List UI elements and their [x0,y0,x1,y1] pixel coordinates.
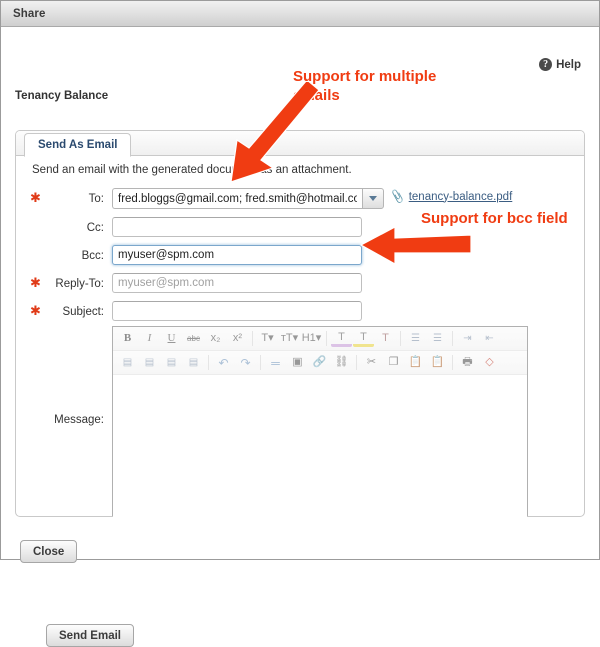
numbered-list-icon[interactable]: ☰ [427,329,448,349]
underline-icon[interactable]: U [161,329,182,349]
bullet-list-icon[interactable]: ☰ [405,329,426,349]
help-label: Help [556,58,581,71]
align-left-icon[interactable]: ▤ [117,353,138,373]
editor-toolbar-row-1: B I Uabc x₂ x² T▾ тT▾ H1▾ T T T ☰ ☰ ⇥ ⇤ [113,327,527,351]
to-input[interactable] [112,188,362,209]
intro-text: Send an email with the generated documen… [32,164,352,176]
attachment-filename: tenancy-balance.pdf [408,190,513,203]
tab-send-as-email[interactable]: Send As Email [24,133,132,157]
align-center-icon[interactable]: ▤ [139,353,160,373]
form-row-bcc: Bcc: [16,245,584,267]
form-row-to: ✱ To: 📎 tenancy-balance.pdf [16,188,584,210]
insert-image-icon[interactable]: ▣ [287,353,308,373]
toolbar-separator [326,331,327,346]
font-name-icon[interactable]: T▾ [257,329,278,349]
label-to: To: [88,193,104,205]
unlink-icon[interactable]: ⛓ [331,353,352,373]
to-dropdown-button[interactable] [362,188,384,209]
message-textarea[interactable] [113,375,527,518]
text-color-icon[interactable]: T [331,330,352,347]
print-icon[interactable]: 🖶 [457,353,478,373]
to-combobox [112,188,384,209]
question-circle-icon: ? [539,58,553,71]
label-message: Message: [54,414,104,426]
undo-icon[interactable]: ↶ [213,353,234,373]
toolbar-separator [452,355,453,370]
paste-icon[interactable]: 📋 [405,353,426,373]
panel-body: Send an email with the generated documen… [16,156,584,647]
heading-icon[interactable]: H1▾ [301,329,322,349]
annotation-multiple-emails: Support for multiple emails [293,68,437,104]
bold-icon[interactable]: B [117,329,138,349]
paste-text-icon[interactable]: 📋 [427,353,448,373]
italic-icon[interactable]: I [139,329,160,349]
highlight-color-icon[interactable]: T [353,330,374,347]
form-row-subject: ✱ Subject: [16,301,584,323]
toolbar-separator [356,355,357,370]
redo-icon[interactable]: ↷ [235,353,256,373]
outdent-icon[interactable]: ⇤ [479,329,500,349]
cc-input[interactable] [112,217,362,237]
font-size-icon[interactable]: тT▾ [279,329,300,349]
remove-format-icon[interactable]: T [375,329,396,349]
editor-toolbar-row-2: ▤ ▤ ▤ ▤ ↶ ↷ ═ ▣ 🔗 ⛓ ✂ ❐ 📋 📋 🖶 ◇ [113,351,527,375]
toolbar-separator [260,355,261,370]
label-cc: Cc: [86,222,104,234]
form-row-reply-to: ✱ Reply-To: [16,273,584,295]
attachment-link[interactable]: 📎 tenancy-balance.pdf [389,189,513,205]
toolbar-separator [252,331,253,346]
toolbar-separator [208,355,209,370]
toolbar-separator [452,331,453,346]
tab-label: Send As Email [38,139,118,151]
page-title: Tenancy Balance [15,90,109,102]
subscript-icon[interactable]: x₂ [205,329,226,349]
reply-to-input[interactable] [112,273,362,293]
superscript-icon[interactable]: x² [227,329,248,349]
share-dialog-window: Share ? Help Tenancy Balance Send As Ema… [0,0,600,647]
send-as-email-panel: Send As Email Send an email with the gen… [15,130,585,647]
chevron-down-icon [369,196,377,201]
align-justify-icon[interactable]: ▤ [183,353,204,373]
align-right-icon[interactable]: ▤ [161,353,182,373]
send-email-button[interactable]: Send Email [46,624,134,647]
insert-link-icon[interactable]: 🔗 [309,353,330,373]
indent-icon[interactable]: ⇥ [457,329,478,349]
label-bcc: Bcc: [81,250,104,262]
window-title: Share [13,7,46,20]
toolbar-separator [400,331,401,346]
strikethrough-icon[interactable]: abc [183,329,204,349]
message-editor: B I Uabc x₂ x² T▾ тT▾ H1▾ T T T ☰ ☰ ⇥ ⇤ ▤ ▤ ▤ ▤ ↶ ↷ ═ ▣ 🔗 ⛓ ✂ ❐ 📋 📋… [112,326,528,518]
annotation-bcc-field: Support for bcc field [421,210,568,227]
paperclip-icon: 📎 [389,189,406,205]
label-reply-to: Reply-To: [55,278,104,290]
horizontal-rule-icon[interactable]: ═ [265,353,286,373]
bcc-input[interactable] [112,245,362,265]
window-titlebar: Share [1,1,599,27]
copy-icon[interactable]: ❐ [383,353,404,373]
help-link[interactable]: ? Help [539,58,581,71]
source-code-icon[interactable]: ◇ [479,353,500,373]
cut-icon[interactable]: ✂ [361,353,382,373]
dialog-content: ? Help Tenancy Balance Send As Email Sen… [1,27,599,647]
subject-input[interactable] [112,301,362,321]
tab-strip: Send As Email [16,131,584,157]
label-subject: Subject: [62,306,104,318]
